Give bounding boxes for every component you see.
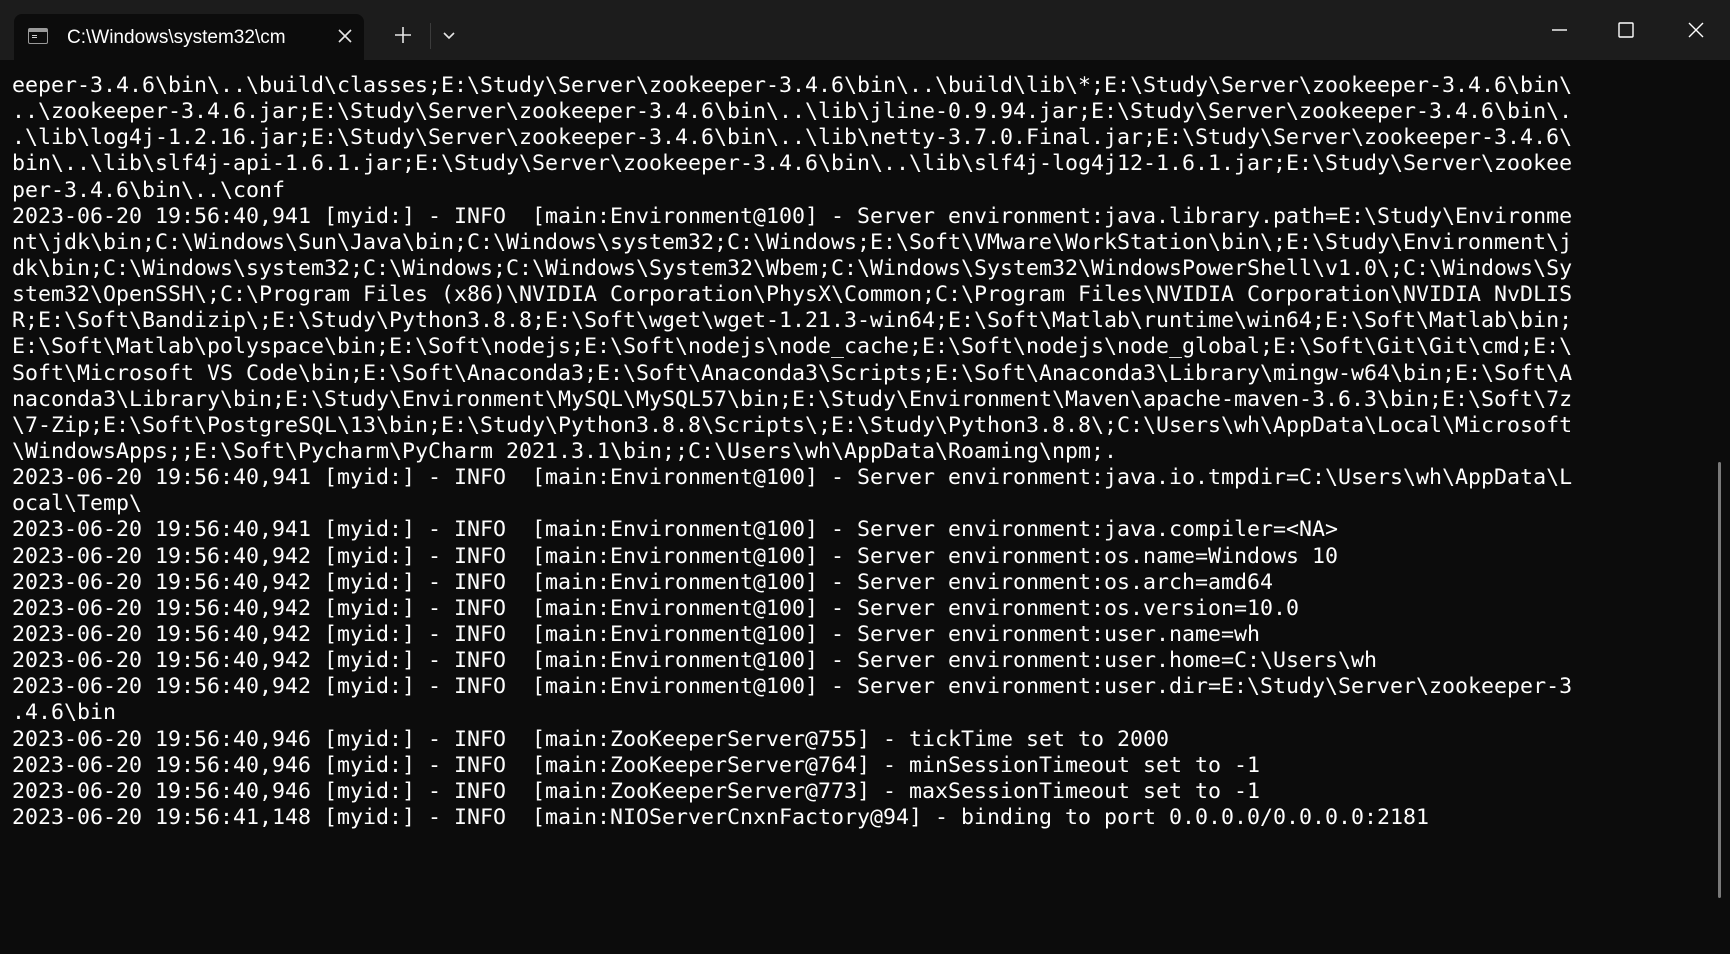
command-prompt-icon <box>28 28 48 44</box>
terminal-line: ..\zookeeper-3.4.6.jar;E:\Study\Server\z… <box>12 99 1573 125</box>
terminal-output[interactable]: eeper-3.4.6\bin\..\build\classes;E:\Stud… <box>0 60 1706 954</box>
terminal-line: naconda3\Library\bin;E:\Study\Environmen… <box>12 386 1573 412</box>
terminal-line: 2023-06-20 19:56:40,941 [myid:] - INFO [… <box>12 203 1573 229</box>
terminal-line: 2023-06-20 19:56:40,946 [myid:] - INFO [… <box>12 778 1261 804</box>
terminal-line: R;E:\Soft\Bandizip\;E:\Study\Python3.8.8… <box>12 308 1573 334</box>
terminal-line: 2023-06-20 19:56:40,941 [myid:] - INFO [… <box>12 465 1573 491</box>
title-bar[interactable]: C:\Windows\system32\cm <box>0 0 1730 60</box>
terminal-line: nt\jdk\bin;C:\Windows\Sun\Java\bin;C:\Wi… <box>12 229 1573 255</box>
maximize-button[interactable] <box>1592 0 1660 60</box>
new-tab-button[interactable] <box>388 20 418 50</box>
tab-dropdown-button[interactable] <box>434 20 464 50</box>
terminal-line: 2023-06-20 19:56:40,942 [myid:] - INFO [… <box>12 674 1573 700</box>
terminal-line: .\lib\log4j-1.2.16.jar;E:\Study\Server\z… <box>12 125 1573 151</box>
terminal-line: Soft\Microsoft VS Code\bin;E:\Soft\Anaco… <box>12 360 1573 386</box>
terminal-line: stem32\OpenSSH\;C:\Program Files (x86)\N… <box>12 282 1573 308</box>
plus-icon <box>395 27 411 43</box>
terminal-line: 2023-06-20 19:56:40,942 [myid:] - INFO [… <box>12 621 1261 647</box>
terminal-line: 2023-06-20 19:56:40,941 [myid:] - INFO [… <box>12 517 1339 543</box>
minimize-icon <box>1552 29 1567 31</box>
tab-title: C:\Windows\system32\cm <box>67 27 286 48</box>
scrollbar[interactable] <box>1718 462 1721 898</box>
terminal-line: \WindowsApps;;E:\Soft\Pycharm\PyCharm 20… <box>12 438 1118 464</box>
chevron-down-icon <box>443 32 455 40</box>
terminal-line: ocal\Temp\ <box>12 491 143 517</box>
tab-cmd[interactable]: C:\Windows\system32\cm <box>14 14 364 60</box>
terminal-line: 2023-06-20 19:56:41,148 [myid:] - INFO [… <box>12 804 1430 830</box>
terminal-line: E:\Soft\Matlab\polyspace\bin;E:\Soft\nod… <box>12 334 1573 360</box>
terminal-window: C:\Windows\system32\cm eeper-3.4.6\bin\.… <box>0 0 1730 954</box>
terminal-line: dk\bin;C:\Windows\system32;C:\Windows;C:… <box>12 255 1573 281</box>
terminal-line: \7-Zip;E:\Soft\PostgreSQL\13\bin;E:\Stud… <box>12 412 1573 438</box>
tab-separator <box>430 23 431 49</box>
close-window-button[interactable] <box>1662 0 1730 60</box>
terminal-line: eeper-3.4.6\bin\..\build\classes;E:\Stud… <box>12 73 1573 98</box>
terminal-line: per-3.4.6\bin\..\conf <box>12 177 286 203</box>
terminal-line: 2023-06-20 19:56:40,946 [myid:] - INFO [… <box>12 752 1261 778</box>
terminal-line: bin\..\lib\slf4j-api-1.6.1.jar;E:\Study\… <box>12 151 1573 177</box>
terminal-line: 2023-06-20 19:56:40,942 [myid:] - INFO [… <box>12 595 1300 621</box>
maximize-icon <box>1618 22 1634 38</box>
close-icon <box>338 29 352 43</box>
close-icon <box>1688 22 1704 38</box>
terminal-line: 2023-06-20 19:56:40,942 [myid:] - INFO [… <box>12 569 1274 595</box>
terminal-line: 2023-06-20 19:56:40,942 [myid:] - INFO [… <box>12 648 1378 674</box>
terminal-line: 2023-06-20 19:56:40,946 [myid:] - INFO [… <box>12 726 1170 752</box>
close-tab-button[interactable] <box>332 23 358 49</box>
terminal-line: 2023-06-20 19:56:40,942 [myid:] - INFO [… <box>12 543 1339 569</box>
terminal-line: .4.6\bin <box>12 700 117 726</box>
minimize-button[interactable] <box>1525 0 1593 60</box>
